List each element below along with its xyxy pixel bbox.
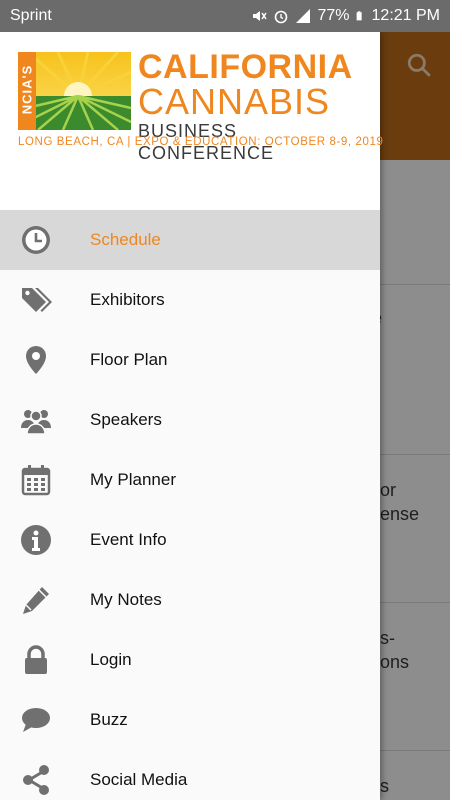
list-divider — [380, 750, 450, 751]
drawer-header: NCIA'S CALIFORNIA CANNABIS BUSINESS CONF… — [0, 32, 384, 210]
pencil-icon — [23, 587, 49, 614]
tags-icon — [22, 288, 52, 312]
menu-label-my-notes: My Notes — [90, 590, 162, 609]
menu-label-speakers: Speakers — [90, 410, 162, 429]
clock-icon — [22, 226, 50, 254]
info-icon — [21, 525, 51, 555]
users-icon — [21, 410, 51, 435]
menu-item-my-notes[interactable]: My Notes — [0, 570, 380, 630]
status-icons: 77% 12:21 PM — [251, 7, 440, 25]
calendar-icon — [21, 465, 51, 496]
map-pin-icon — [26, 346, 46, 374]
menu-label-social-media: Social Media — [90, 770, 188, 789]
list-item-text: s — [380, 776, 389, 796]
menu-item-exhibitors[interactable]: Exhibitors — [0, 270, 380, 330]
menu-item-login[interactable]: Login — [0, 630, 380, 690]
chat-bubble-icon — [22, 708, 50, 732]
list-item-text: s- — [380, 628, 395, 648]
alarm-icon — [275, 10, 288, 24]
menu-label-buzz: Buzz — [90, 710, 128, 729]
logo-line-1: CALIFORNIA — [138, 48, 353, 86]
menu-label-schedule: Schedule — [90, 230, 161, 249]
menu-label-my-planner: My Planner — [90, 470, 176, 489]
menu-label-exhibitors: Exhibitors — [90, 290, 165, 309]
logo-line-2: CANNABIS — [138, 81, 331, 122]
share-icon — [23, 765, 49, 795]
logo-ncia-text: NCIA'S — [19, 64, 35, 115]
list-divider — [380, 284, 450, 285]
search-icon[interactable] — [406, 52, 432, 78]
status-bar: Sprint 77% 12:21 PM — [0, 0, 450, 32]
list-item-text: e — [372, 308, 442, 329]
conference-tagline: LONG BEACH, CA | EXPO & EDUCATION: OCTOB… — [18, 136, 384, 148]
menu-label-floor-plan: Floor Plan — [90, 350, 168, 369]
battery-percent: 77% — [317, 7, 350, 24]
battery-icon — [356, 11, 362, 21]
menu-item-floor-plan[interactable]: Floor Plan — [0, 330, 380, 390]
navigation-drawer: NCIA'S CALIFORNIA CANNABIS BUSINESS CONF… — [0, 32, 384, 800]
list-item-text: or — [380, 480, 397, 500]
menu-item-speakers[interactable]: Speakers — [0, 390, 380, 450]
drawer-menu: Schedule Exhibitors Floor Plan Speakers … — [0, 210, 380, 800]
clock-time: 12:21 PM — [371, 7, 440, 24]
list-item-text: ons — [380, 652, 410, 672]
menu-item-my-planner[interactable]: My Planner — [0, 450, 380, 510]
menu-item-schedule[interactable]: Schedule — [0, 210, 380, 270]
menu-item-event-info[interactable]: Event Info — [0, 510, 380, 570]
lock-icon — [25, 645, 47, 674]
logo-seal: NCIA'S — [18, 52, 36, 130]
mute-icon — [253, 11, 268, 21]
list-item-text: ense — [380, 504, 420, 524]
list-divider — [380, 454, 450, 455]
signal-icon — [296, 9, 311, 23]
menu-label-login: Login — [90, 650, 132, 669]
list-divider — [380, 602, 450, 603]
menu-item-social-media[interactable]: Social Media — [0, 750, 380, 800]
menu-label-event-info: Event Info — [90, 530, 167, 549]
carrier-label: Sprint — [10, 7, 52, 24]
menu-item-buzz[interactable]: Buzz — [0, 690, 380, 750]
